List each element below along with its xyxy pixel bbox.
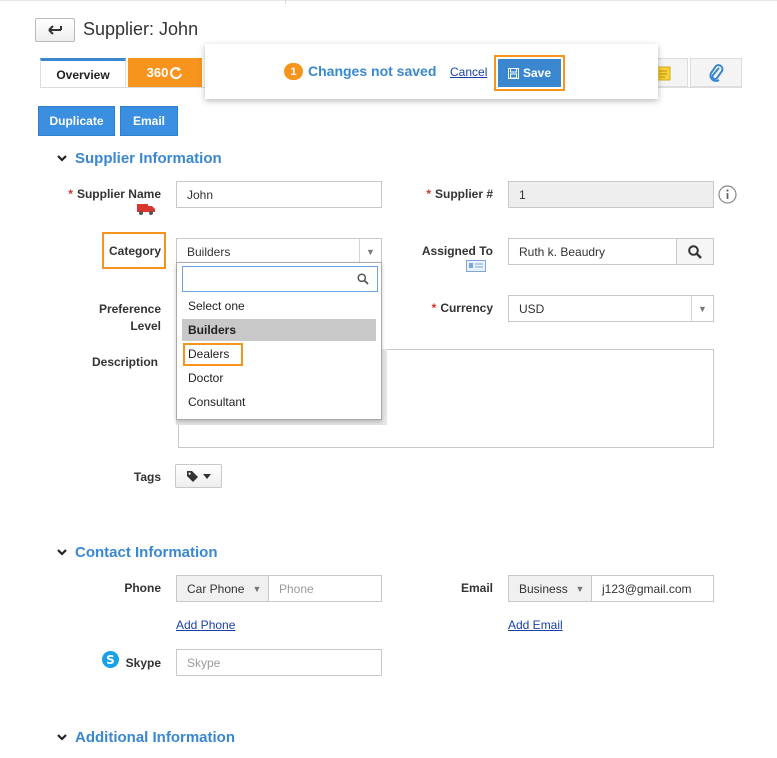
description-label: Description <box>91 355 158 369</box>
skype-label: Skype <box>125 656 161 670</box>
email-input[interactable]: j123@gmail.com <box>591 575 714 602</box>
top-border <box>0 0 777 1</box>
category-label: Category <box>108 244 161 258</box>
caret-down-icon <box>203 473 211 479</box>
supplier-number-label: * Supplier # <box>400 187 493 201</box>
supplier-name-input[interactable]: John <box>176 181 382 208</box>
email-type-select[interactable]: Business ▼ <box>508 575 592 602</box>
currency-label: * Currency <box>400 301 493 315</box>
save-button[interactable]: Save <box>498 59 561 87</box>
phone-placeholder: Phone <box>279 581 314 596</box>
search-icon <box>688 244 702 259</box>
assigned-search-button[interactable] <box>676 238 714 265</box>
tab-overview[interactable]: Overview <box>40 58 126 88</box>
phone-type-value: Car Phone <box>187 581 245 596</box>
assigned-to-label: Assigned To <box>421 244 493 258</box>
refresh-icon <box>170 66 183 79</box>
tab-attachments[interactable] <box>690 58 742 87</box>
chevron-down-icon[interactable] <box>56 152 68 167</box>
supplier-number-input[interactable]: 1 <box>508 181 714 208</box>
skype-placeholder: Skype <box>187 655 221 670</box>
unsaved-changes-bar: 1 Changes not saved Cancel Save <box>205 44 658 99</box>
supplier-information-heading[interactable]: Supplier Information <box>75 150 222 167</box>
dropdown-shadow-bottom <box>176 420 387 425</box>
svg-text:S: S <box>106 653 115 667</box>
supplier-name-label-text: Supplier Name <box>76 187 161 201</box>
dropdown-shadow <box>382 349 387 425</box>
floppy-disk-icon <box>507 67 519 79</box>
currency-selected-value: USD <box>519 301 545 316</box>
preference-label-line2: Level <box>130 319 161 333</box>
category-option-doctor[interactable]: Doctor <box>182 367 376 389</box>
email-button[interactable]: Email <box>120 106 178 136</box>
save-label: Save <box>522 66 552 80</box>
add-email-link[interactable]: Add Email <box>508 618 563 632</box>
add-phone-link[interactable]: Add Phone <box>176 618 235 632</box>
save-button-highlight: Save <box>494 55 565 91</box>
skype-icon: S <box>101 650 120 672</box>
chevron-down-icon[interactable] <box>56 546 68 561</box>
phone-type-select[interactable]: Car Phone ▼ <box>176 575 269 602</box>
email-type-value: Business <box>519 581 568 596</box>
cancel-link[interactable]: Cancel <box>450 65 487 79</box>
chevron-down-icon: ▼ <box>252 583 262 594</box>
contact-information-heading[interactable]: Contact Information <box>75 544 218 561</box>
changes-not-saved-text: Changes not saved <box>308 63 437 79</box>
back-arrow-icon <box>48 25 62 35</box>
required-marker: * <box>68 187 73 201</box>
category-select[interactable]: Builders ▼ <box>176 238 382 265</box>
tags-button[interactable] <box>175 464 222 488</box>
tab-360[interactable]: 360 <box>128 58 202 87</box>
supplier-name-label: * Supplier Name <box>40 187 161 201</box>
page-title: Supplier: John <box>83 19 199 39</box>
top-border-tick <box>285 0 286 4</box>
phone-label: Phone <box>124 581 161 595</box>
tags-label: Tags <box>133 470 161 484</box>
supplier-number-label-text: Supplier # <box>434 187 493 201</box>
chevron-down-icon[interactable] <box>56 731 68 746</box>
back-button[interactable] <box>35 18 75 42</box>
email-label: Email <box>460 581 493 595</box>
phone-input[interactable]: Phone <box>268 575 382 602</box>
assigned-to-input[interactable]: Ruth k. Beaudry <box>508 238 677 265</box>
required-marker: * <box>426 187 431 201</box>
dealers-option-highlight <box>183 343 243 366</box>
currency-label-text: Currency <box>440 301 493 315</box>
category-dropdown: Select one Builders Dealers Doctor Consu… <box>176 262 382 420</box>
category-option-select-one[interactable]: Select one <box>182 295 376 317</box>
additional-information-heading[interactable]: Additional Information <box>75 729 235 746</box>
tab-360-label: 360 <box>146 65 169 80</box>
category-option-consultant[interactable]: Consultant <box>182 391 376 413</box>
chevron-down-icon: ▼ <box>575 583 585 594</box>
info-icon[interactable] <box>718 185 737 207</box>
preference-label-line1: Preference <box>98 302 161 316</box>
preference-level-label: Preference Level <box>60 301 161 335</box>
search-icon <box>357 273 369 285</box>
duplicate-button[interactable]: Duplicate <box>38 106 115 136</box>
category-selected-value: Builders <box>187 244 231 259</box>
chevron-down-icon: ▼ <box>359 239 381 264</box>
paperclip-icon <box>709 63 724 82</box>
truck-icon <box>136 202 156 219</box>
required-marker: * <box>431 301 437 315</box>
skype-input[interactable]: Skype <box>176 649 382 676</box>
changes-count-badge: 1 <box>284 63 303 80</box>
category-option-builders[interactable]: Builders <box>182 319 376 341</box>
tag-icon <box>187 470 198 482</box>
category-search-input[interactable] <box>182 266 378 292</box>
contact-card-icon <box>466 260 486 275</box>
chevron-down-icon: ▼ <box>691 296 713 321</box>
currency-select[interactable]: USD ▼ <box>508 295 714 322</box>
